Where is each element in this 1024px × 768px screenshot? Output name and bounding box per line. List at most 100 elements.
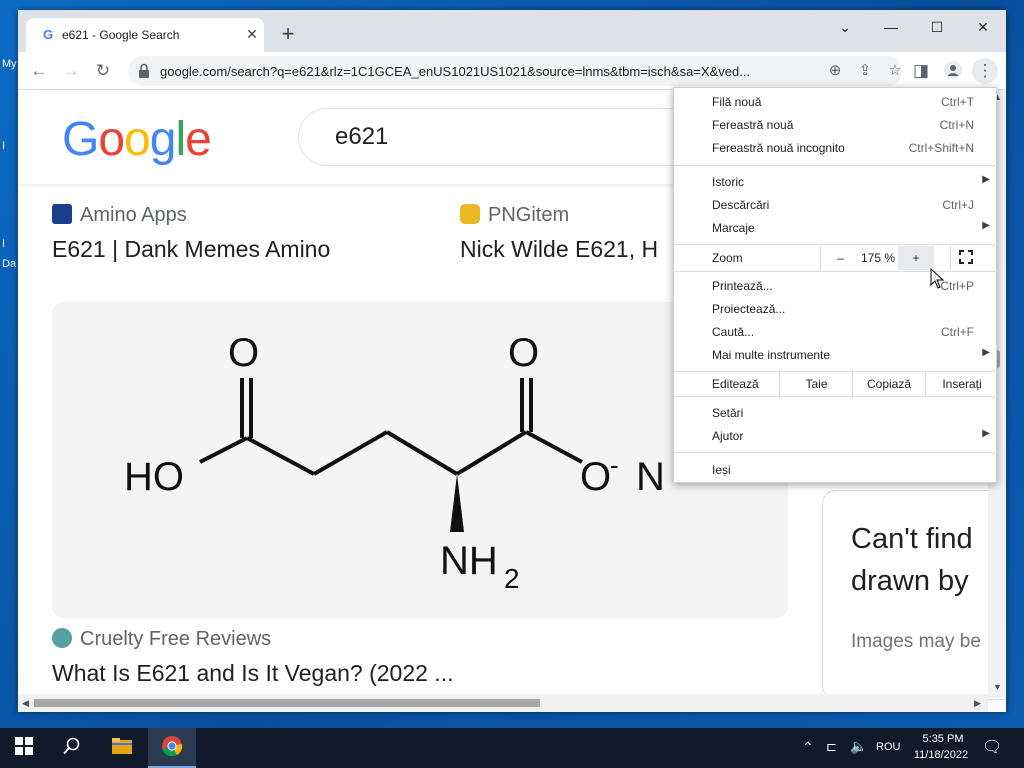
result-title[interactable]: What Is E621 and Is It Vegan? (2022 ...	[52, 660, 453, 687]
logo-letter: o	[124, 113, 151, 166]
cut-button[interactable]: Taie	[779, 372, 853, 396]
horizontal-scrollbar[interactable]: ◀ ▶	[18, 694, 988, 712]
logo-letter: l	[175, 113, 186, 166]
new-tab-button[interactable]: +	[276, 23, 300, 47]
zoom-level: 175 %	[860, 251, 896, 265]
menu-item-label: Mai multe instrumente	[712, 348, 831, 362]
forward-arrow-icon[interactable]: →	[58, 58, 84, 84]
menu-item-label: Printează...	[712, 279, 773, 293]
tab-active[interactable]: G e621 - Google Search ✕	[26, 18, 264, 52]
amino-apps-icon	[52, 204, 72, 224]
google-logo[interactable]: Google	[62, 112, 212, 167]
scroll-left-icon[interactable]: ◀	[22, 698, 29, 709]
menu-item-bookmarks[interactable]: Marcaje ▶	[674, 217, 998, 240]
pngitem-icon	[460, 204, 480, 224]
close-window-button[interactable]: ✕	[960, 12, 1006, 42]
submenu-arrow-icon: ▶	[982, 174, 990, 185]
show-hidden-icons-icon[interactable]: ⌃	[802, 739, 814, 756]
share-icon[interactable]: ⇪	[852, 58, 878, 84]
address-bar[interactable]: google.com/search?q=e621&rlz=1C1GCEA_enU…	[128, 56, 902, 86]
oxygen-label: O	[508, 331, 539, 375]
copy-button[interactable]: Copiază	[852, 372, 925, 396]
clock-date[interactable]: 11/18/2022	[908, 749, 974, 761]
tab-close-icon[interactable]: ✕	[242, 24, 262, 44]
clock-time[interactable]: 5:35 PM	[912, 733, 974, 745]
menu-item-settings[interactable]: Setări	[674, 402, 998, 425]
result-title[interactable]: E621 | Dank Memes Amino	[52, 236, 330, 263]
submenu-arrow-icon: ▶	[982, 428, 990, 439]
menu-item-label: Istoric	[712, 175, 745, 189]
menu-item-exit[interactable]: Ieși	[674, 459, 998, 482]
search-query[interactable]: e621	[335, 123, 388, 151]
menu-item-downloads[interactable]: Descărcări Ctrl+J	[674, 194, 998, 217]
side-panel-icon[interactable]: ◨	[908, 58, 934, 84]
menu-item-shortcut: Ctrl+F	[941, 325, 974, 339]
zoom-label: Zoom	[712, 251, 743, 265]
scroll-down-icon[interactable]: ▼	[993, 682, 1002, 692]
chrome-menu-button[interactable]: ⋮	[972, 58, 998, 84]
zoom-out-button[interactable]: –	[820, 246, 860, 270]
bookmark-star-icon[interactable]: ☆	[882, 58, 908, 84]
reload-icon[interactable]: ↻	[90, 58, 116, 84]
logo-letter: g	[149, 113, 177, 166]
subscript-label: 2	[504, 563, 520, 594]
maximize-button[interactable]: ☐	[914, 12, 960, 42]
menu-item-label: Caută...	[712, 325, 755, 339]
menu-item-label: Fereastră nouă incognito	[712, 141, 845, 155]
menu-item-print[interactable]: Printează... Ctrl+P	[674, 275, 998, 298]
url-text[interactable]: google.com/search?q=e621&rlz=1C1GCEA_enU…	[160, 64, 800, 79]
google-favicon-icon: G	[42, 27, 54, 42]
side-card: Can't find drawn by Images may be	[822, 490, 1006, 700]
logo-letter: e	[185, 113, 212, 166]
result-source-label: Cruelty Free Reviews	[80, 628, 272, 650]
search-icon[interactable]	[48, 728, 96, 768]
profile-avatar-icon[interactable]	[940, 58, 966, 84]
horizontal-scroll-thumb[interactable]	[34, 699, 540, 707]
result-source[interactable]: PNGitem	[460, 204, 569, 227]
desktop-icon-label: I	[2, 140, 6, 152]
paste-button[interactable]: Inserați	[925, 372, 998, 396]
fullscreen-icon[interactable]	[950, 246, 980, 270]
title-bar: G e621 - Google Search ✕ + ⌄ — ☐ ✕	[18, 10, 1006, 52]
menu-item-label: Filă nouă	[712, 95, 762, 109]
menu-item-label: Descărcări	[712, 198, 770, 212]
file-explorer-icon[interactable]	[98, 728, 146, 768]
start-button[interactable]	[0, 728, 48, 768]
paw-icon	[52, 628, 72, 648]
menu-item-shortcut: Ctrl+P	[940, 279, 974, 293]
menu-item-find[interactable]: Caută... Ctrl+F	[674, 321, 998, 344]
search-input[interactable]: e621	[298, 108, 718, 166]
menu-item-cast[interactable]: Proiectează...	[674, 298, 998, 321]
language-indicator[interactable]: ROU	[876, 741, 900, 753]
menu-item-label: Setări	[712, 406, 744, 420]
notifications-icon[interactable]: 🗨	[982, 737, 1002, 757]
chrome-menu: Filă nouă Ctrl+T Fereastră nouă Ctrl+N F…	[673, 87, 998, 483]
menu-item-new-window[interactable]: Fereastră nouă Ctrl+N	[674, 114, 998, 137]
menu-item-label: Ajutor	[712, 429, 744, 443]
result-source[interactable]: Cruelty Free Reviews	[52, 628, 271, 651]
menu-item-shortcut: Ctrl+Shift+N	[908, 141, 974, 155]
menu-item-history[interactable]: Istoric ▶	[674, 171, 998, 194]
back-arrow-icon[interactable]: ←	[26, 58, 52, 84]
menu-item-new-incognito[interactable]: Fereastră nouă incognito Ctrl+Shift+N	[674, 137, 998, 160]
result-title[interactable]: Nick Wilde E621, H	[460, 236, 658, 263]
oxygen-label: O	[228, 331, 259, 375]
network-icon[interactable]: ⊏	[826, 739, 837, 755]
zoom-in-button[interactable]: +	[898, 246, 934, 270]
scroll-right-icon[interactable]: ▶	[974, 698, 981, 709]
minimize-button[interactable]: —	[868, 12, 914, 42]
tab-title: e621 - Google Search	[62, 28, 180, 42]
menu-item-new-tab[interactable]: Filă nouă Ctrl+T	[674, 91, 998, 114]
chrome-taskbar-icon[interactable]	[148, 728, 196, 768]
submenu-arrow-icon: ▶	[982, 220, 990, 231]
result-source[interactable]: Amino Apps	[52, 204, 187, 227]
submenu-arrow-icon: ▶	[982, 347, 990, 358]
oxygen-label: O	[580, 455, 611, 499]
hydroxyl-label: HO	[124, 455, 184, 499]
menu-item-shortcut: Ctrl+N	[939, 118, 974, 132]
menu-item-help[interactable]: Ajutor ▶	[674, 425, 998, 448]
volume-icon[interactable]: 🔈	[850, 738, 867, 755]
menu-item-more-tools[interactable]: Mai multe instrumente ▶	[674, 344, 998, 367]
zoom-magnifier-icon[interactable]: ⊕	[822, 58, 848, 84]
tab-search-button[interactable]: ⌄	[822, 12, 868, 42]
